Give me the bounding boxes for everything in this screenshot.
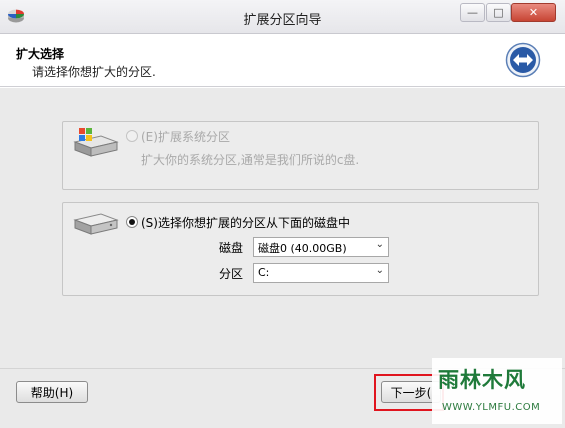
close-button[interactable]: ✕	[511, 3, 556, 22]
disk-select-value: 磁盘0 (40.00GB)	[258, 242, 347, 255]
chevron-down-icon: ⌄	[375, 265, 384, 276]
watermark-text: 雨林木风	[438, 368, 526, 392]
title-bar: 扩展分区向导 — □ ✕	[0, 0, 565, 34]
system-partition-description: 扩大你的系统分区,通常是我们所说的c盘.	[141, 153, 360, 167]
partition-label: 分区	[219, 267, 244, 281]
system-partition-label: (E)扩展系统分区	[141, 130, 230, 144]
partition-select-value: C:	[258, 266, 270, 279]
partition-select[interactable]: C: ⌄	[253, 263, 389, 283]
select-partition-label: (S)选择你想扩展的分区从下面的磁盘中	[141, 216, 350, 230]
minimize-button[interactable]: —	[460, 3, 485, 22]
hard-disk-icon	[73, 213, 119, 235]
system-partition-radio[interactable]	[126, 130, 138, 142]
chevron-down-icon: ⌄	[375, 239, 384, 250]
select-partition-radio[interactable]	[126, 216, 138, 228]
watermark-url: WWW.YLMFU.COM	[442, 402, 541, 413]
wizard-body: (E)扩展系统分区 扩大你的系统分区,通常是我们所说的c盘. (S)选择你想扩展…	[0, 88, 565, 368]
disk-label: 磁盘	[219, 241, 244, 255]
disk-select[interactable]: 磁盘0 (40.00GB) ⌄	[253, 237, 389, 257]
select-partition-group: (S)选择你想扩展的分区从下面的磁盘中 磁盘 磁盘0 (40.00GB) ⌄ 分…	[62, 202, 539, 296]
wizard-header: 扩大选择 请选择你想扩大的分区.	[0, 35, 565, 87]
system-partition-group: (E)扩展系统分区 扩大你的系统分区,通常是我们所说的c盘.	[62, 121, 539, 190]
expand-arrows-icon	[505, 42, 541, 78]
maximize-button[interactable]: □	[486, 3, 511, 22]
windows-disk-icon	[73, 128, 119, 157]
watermark: 雨林木风 WWW.YLMFU.COM	[432, 358, 562, 424]
header-subtitle: 请选择你想扩大的分区.	[32, 65, 156, 79]
help-button[interactable]: 帮助(H)	[16, 381, 88, 403]
header-title: 扩大选择	[16, 47, 65, 61]
